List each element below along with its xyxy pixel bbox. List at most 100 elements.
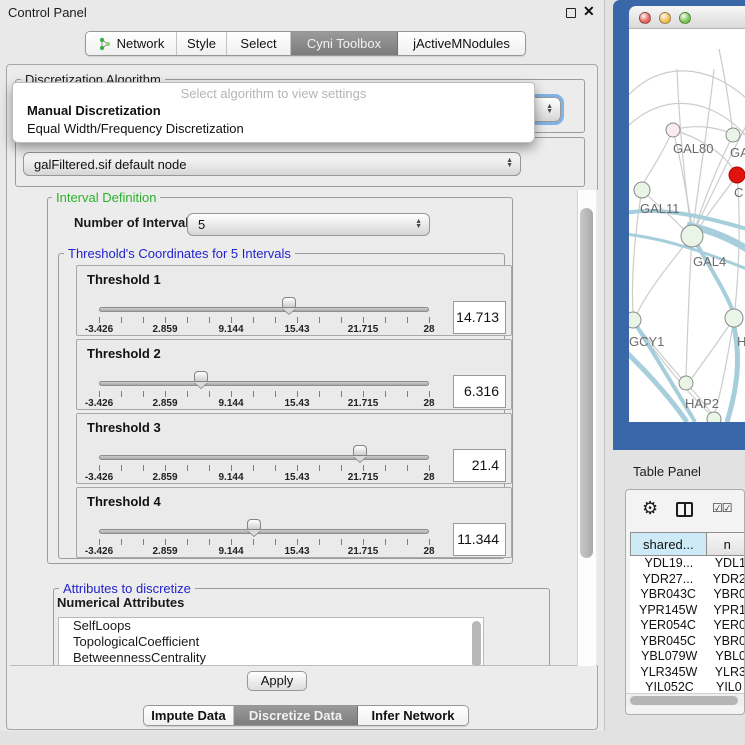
tab-jactivemnodules[interactable]: jActiveMNodules (398, 32, 525, 55)
slider-track[interactable] (99, 529, 429, 534)
axis-tick (429, 317, 430, 323)
network-node[interactable] (629, 312, 641, 328)
cell-name: YBR0 (706, 587, 745, 603)
network-edge (644, 130, 673, 182)
threshold-value-field[interactable]: 11.344 (453, 523, 506, 556)
slider-track[interactable] (99, 381, 429, 386)
axis-tick-label: 15.43 (284, 472, 309, 483)
dropdown-option[interactable]: Equal Width/Frequency Discretization (13, 120, 534, 138)
cell-shared-name: YER054C (630, 618, 706, 634)
tab-cyni-toolbox[interactable]: Cyni Toolbox (291, 32, 398, 55)
close-icon[interactable]: ✕ (583, 3, 595, 20)
slider-thumb[interactable] (194, 371, 208, 382)
tab-label: Network (117, 36, 165, 51)
gear-icon[interactable]: ⚙ (642, 498, 658, 519)
table-row[interactable]: YER054CYER0 (630, 618, 745, 634)
network-window-titlebar[interactable] (629, 6, 745, 29)
axis-tick (275, 465, 276, 471)
scrollbar-thumb[interactable] (630, 696, 738, 705)
axis-tick (341, 391, 342, 397)
list-scrollbar[interactable] (472, 621, 481, 666)
tab-select[interactable]: Select (227, 32, 291, 55)
apply-button[interactable]: Apply (247, 671, 307, 691)
axis-tick-label: 21.715 (348, 398, 379, 409)
axis-tick (319, 391, 320, 397)
table-row[interactable]: YPR145WYPR1 (630, 603, 745, 619)
window-minimize-light[interactable] (659, 12, 671, 24)
slider-thumb[interactable] (282, 297, 296, 308)
slider-thumb[interactable] (247, 519, 261, 530)
slider-track[interactable] (99, 307, 429, 312)
combo-stepper-icon: ▲▼ (506, 159, 513, 169)
axis-tick (319, 465, 320, 471)
axis-tick (297, 317, 298, 323)
network-node[interactable] (679, 376, 693, 390)
axis-tick (341, 539, 342, 545)
slider-thumb[interactable] (353, 445, 367, 456)
table-row[interactable]: YIL052CYIL0 (630, 680, 745, 693)
numerical-attributes-label: Numerical Attributes (57, 595, 184, 610)
axis-tick (385, 539, 386, 545)
tab-label: Style (187, 36, 216, 51)
network-node[interactable] (725, 309, 743, 327)
node-label: HAP2 (685, 396, 719, 411)
network-edge (727, 327, 738, 422)
table-row[interactable]: YBR045CYBR0 (630, 634, 745, 650)
network-node[interactable] (666, 123, 680, 137)
number-of-intervals-combobox[interactable]: 5 ▲▼ (187, 213, 430, 236)
window-close-light[interactable] (639, 12, 651, 24)
numerical-attributes-list[interactable]: SelfLoopsTopologicalCoefficientBetweenne… (58, 617, 484, 666)
axis-tick (99, 465, 100, 471)
select-columns-icon[interactable]: ☑☑ (712, 501, 732, 515)
attribute-list-item[interactable]: TopologicalCoefficient (59, 634, 483, 650)
column-header-shared-name[interactable]: shared... (630, 532, 707, 556)
network-view-canvas[interactable]: GAL80GACGAL11GAL4GCY1HHAP2 (629, 29, 745, 422)
cell-shared-name: YIL052C (630, 680, 709, 693)
table-row[interactable]: YLR345WYLR3 (630, 665, 745, 681)
column-header-name[interactable]: n (707, 532, 745, 556)
table-horizontal-scrollbar[interactable] (626, 693, 744, 706)
cell-shared-name: YBR043C (630, 587, 706, 603)
slider-track[interactable] (99, 455, 429, 460)
cell-name: YBR0 (706, 634, 745, 650)
network-node[interactable] (634, 182, 650, 198)
network-node[interactable] (707, 412, 721, 422)
network-node[interactable] (681, 225, 703, 247)
axis-tick (165, 539, 166, 545)
threshold-value-field[interactable]: 14.713 (453, 301, 506, 334)
split-columns-icon[interactable] (676, 502, 693, 517)
threshold-value-field[interactable]: 21.4 (453, 449, 506, 482)
table-panel: ⚙ ☑☑ shared... n YDL19...YDL1YDR27...YDR… (625, 489, 745, 715)
float-window-icon[interactable] (566, 8, 576, 18)
node-label: GA (730, 145, 745, 160)
axis-tick-label: 15.43 (284, 398, 309, 409)
tab-discretize-data[interactable]: Discretize Data (234, 706, 358, 725)
table-row[interactable]: YBR043CYBR0 (630, 587, 745, 603)
axis-tick (231, 391, 232, 397)
dropdown-option[interactable]: Manual Discretization (13, 102, 534, 120)
axis-tick (297, 391, 298, 397)
threshold-row: Threshold 3-3.4262.8599.14415.4321.71528… (76, 413, 512, 484)
network-node[interactable] (729, 167, 745, 183)
tab-network[interactable]: Network (86, 32, 177, 55)
window-zoom-light[interactable] (679, 12, 691, 24)
table-row[interactable]: YBL079WYBL0 (630, 649, 745, 665)
attribute-list-item[interactable]: SelfLoops (59, 618, 483, 634)
control-panel-title: Control Panel (8, 5, 87, 20)
table-row[interactable]: YDL19...YDL1 (630, 556, 745, 572)
network-node[interactable] (726, 128, 740, 142)
attribute-list-item[interactable]: BetweennessCentrality (59, 650, 483, 666)
threshold-value-field[interactable]: 6.316 (453, 375, 506, 408)
axis-tick (165, 391, 166, 397)
axis-tick (121, 539, 122, 545)
table-row[interactable]: YDR27...YDR2 (630, 572, 745, 588)
settings-vertical-scrollbar[interactable] (577, 190, 596, 666)
tab-infer-network[interactable]: Infer Network (358, 706, 468, 725)
dropdown-placeholder-option[interactable]: Select algorithm to view settings (13, 83, 534, 102)
threshold-label: Threshold 2 (87, 346, 161, 361)
scrollbar-thumb[interactable] (580, 208, 593, 558)
number-of-intervals-label: Number of Intervals (74, 215, 196, 230)
tab-impute-data[interactable]: Impute Data (144, 706, 234, 725)
table-data-combobox[interactable]: galFiltered.sif default node ▲▼ (23, 152, 521, 176)
tab-style[interactable]: Style (177, 32, 227, 55)
